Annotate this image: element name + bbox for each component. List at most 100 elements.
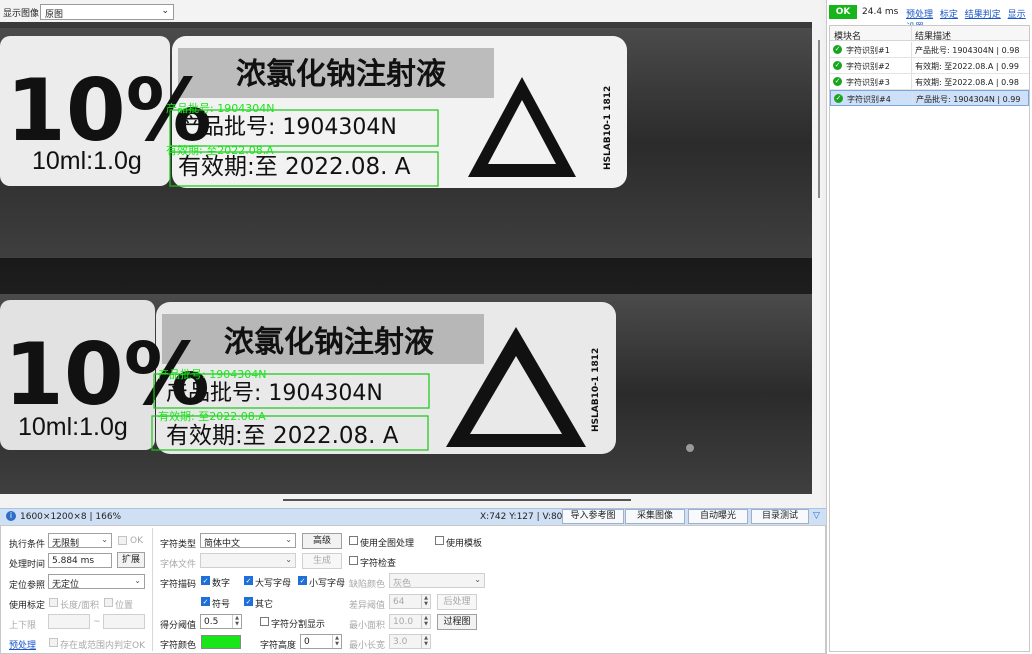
other-checkbox[interactable]: ✓	[244, 597, 253, 606]
other-label: 其它	[255, 600, 274, 610]
generate-button[interactable]: 生成	[302, 553, 342, 569]
col-result-header: 结果描述	[915, 32, 952, 42]
symbol-checkbox[interactable]: ✓	[201, 597, 210, 606]
ocr-result-4: 有效期: 至2022.08.A	[158, 409, 266, 423]
char-check-checkbox[interactable]	[349, 556, 358, 565]
min-area-spinner[interactable]: 10.0 ▲ ▼	[389, 614, 431, 629]
spinner-arrows-icon: ▲ ▼	[421, 595, 430, 608]
use-template-label: 使用模板	[446, 539, 483, 549]
vial-1-drug-name: 浓氯化钠注射液	[236, 57, 446, 92]
char-split-checkbox[interactable]	[260, 617, 269, 626]
exec-cond-label: 执行条件	[9, 540, 46, 550]
upper-bound-field[interactable]	[103, 614, 145, 629]
result-table: 模块名 结果描述 ✓ 字符识别#1 产品批号: 1904304N | 0.98 ✓ 字符…	[829, 25, 1030, 652]
lower-label: 小写字母	[309, 579, 346, 589]
len-area-label: 长度/面积	[60, 601, 100, 611]
row-result: 产品批号: 1904304N | 0.98	[915, 46, 1020, 55]
vial-1-volume: 10ml:1.0g	[32, 147, 142, 175]
upper-checkbox[interactable]: ✓	[244, 576, 253, 585]
use-full-image-checkbox[interactable]	[349, 536, 358, 545]
exec-cond-select[interactable]: 无限制 ⌄	[48, 533, 112, 549]
preprocess-link[interactable]: 预处理	[9, 638, 36, 651]
digits-checkbox[interactable]: ✓	[201, 576, 210, 585]
table-row[interactable]: ✓ 字符识别#2 有效期: 至2022.08.A | 0.99	[830, 58, 1029, 74]
upper-label: 大写字母	[255, 579, 292, 589]
preprocess-top-link[interactable]: 预处理	[906, 10, 933, 20]
chevron-down-icon: ⌄	[101, 535, 108, 544]
capture-image-button[interactable]: 采集图像	[625, 509, 685, 524]
pos-ref-value: 无定位	[52, 580, 80, 590]
use-calib-label: 使用标定	[9, 601, 46, 611]
score-thresh-spinner[interactable]: 0.5 ▲ ▼	[200, 614, 242, 629]
char-color-swatch[interactable]	[201, 635, 241, 649]
in-range-ok-checkbox[interactable]	[49, 638, 58, 647]
proc-time-field: 5.884 ms	[48, 553, 112, 568]
char-type-value: 简体中文	[204, 539, 241, 549]
min-width-value: 3.0	[393, 637, 408, 647]
char-color-label: 字符颜色	[160, 641, 197, 651]
vial-2-volume: 10ml:1.0g	[18, 413, 128, 441]
post-process-button[interactable]: 后处理	[437, 594, 477, 610]
spinner-arrows-icon: ▲ ▼	[421, 635, 430, 648]
pos-ref-select[interactable]: 无定位 ⌄	[48, 574, 145, 590]
process-image-button[interactable]: 过程图	[437, 614, 477, 630]
expand-button[interactable]: 扩展	[117, 552, 145, 568]
chevron-down-icon: ⌄	[161, 6, 169, 16]
directory-test-button[interactable]: 目录测试	[751, 509, 809, 524]
lower-bound-field[interactable]	[48, 614, 90, 629]
digits-label: 数字	[212, 579, 231, 589]
vial-1-expiry: 有效期:至 2022.08. A	[178, 154, 411, 180]
chevron-down-icon: ⌄	[474, 575, 481, 584]
len-area-checkbox[interactable]	[49, 598, 58, 607]
advanced-button[interactable]: 高级	[302, 533, 342, 549]
row-module: 字符识别#2	[846, 62, 890, 71]
defect-color-select[interactable]: 灰色 ⌄	[389, 573, 485, 589]
calibration-link[interactable]: 标定	[940, 10, 958, 20]
char-type-select[interactable]: 简体中文 ⌄	[200, 533, 296, 549]
position-label: 位置	[115, 601, 134, 611]
auto-exposure-button[interactable]: 自动曝光	[688, 509, 748, 524]
char-file-select[interactable]: ⌄	[200, 553, 296, 568]
lower-checkbox[interactable]: ✓	[298, 576, 307, 585]
row-result: 产品批号: 1904304N | 0.99	[916, 95, 1021, 104]
char-height-value: 0	[304, 637, 310, 647]
vial-2-batch: 产品批号: 1904304N	[166, 381, 383, 406]
result-judge-link[interactable]: 结果判定	[965, 10, 1001, 20]
bounds-label: 上下限	[9, 621, 37, 631]
chevron-down-icon: ⌄	[285, 555, 292, 564]
show-image-select[interactable]: 原图 ⌄	[40, 4, 174, 20]
char-height-spinner[interactable]: 0 ▲ ▼	[300, 634, 342, 649]
import-reference-button[interactable]: 导入参考图	[562, 509, 624, 524]
defect-color-label: 缺陷颜色	[349, 580, 386, 590]
row-module: 字符识别#3	[846, 78, 890, 87]
vertical-scrollbar-track[interactable]	[812, 22, 822, 508]
table-row[interactable]: ✓ 字符识别#3 有效期: 至2022.08.A | 0.98	[830, 74, 1029, 90]
column-divider	[911, 58, 912, 73]
chevron-down-icon: ⌄	[134, 576, 141, 585]
menu-arrow-icon[interactable]: ▽	[813, 511, 820, 521]
show-image-label: 显示图像	[3, 9, 40, 19]
min-area-value: 10.0	[393, 617, 414, 627]
proc-time-label: 处理时间	[9, 560, 46, 570]
min-width-label: 最小长宽	[349, 641, 386, 651]
ok-checkbox[interactable]	[118, 536, 127, 545]
table-row[interactable]: ✓ 字符识别#1 产品批号: 1904304N | 0.98	[830, 42, 1029, 58]
image-viewport[interactable]: 10% 10ml:1.0g 浓氯化钠注射液 产品批号: 1904304N 有效期…	[0, 22, 812, 494]
vertical-scrollbar-thumb[interactable]	[818, 40, 820, 198]
diff-thresh-value: 64	[393, 597, 405, 607]
ok-label: OK	[130, 536, 143, 546]
check-circle-icon: ✓	[833, 77, 842, 86]
ocr-result-2: 有效期: 至2022.08.A	[166, 143, 274, 157]
ok-status-badge: OK	[829, 5, 857, 19]
table-row[interactable]: ✓ 字符识别#4 产品批号: 1904304N | 0.99	[830, 90, 1029, 106]
char-split-label: 字符分割显示	[271, 620, 326, 630]
horizontal-scrollbar-track[interactable]	[0, 494, 812, 508]
spinner-arrows-icon: ▲ ▼	[332, 635, 341, 648]
use-template-checkbox[interactable]	[435, 536, 444, 545]
position-checkbox[interactable]	[104, 598, 113, 607]
min-width-spinner[interactable]: 3.0 ▲ ▼	[389, 634, 431, 649]
horizontal-scrollbar-thumb[interactable]	[283, 499, 631, 501]
score-thresh-label: 得分阈值	[160, 621, 197, 631]
info-icon: i	[6, 511, 16, 521]
diff-thresh-spinner[interactable]: 64 ▲ ▼	[389, 594, 431, 609]
